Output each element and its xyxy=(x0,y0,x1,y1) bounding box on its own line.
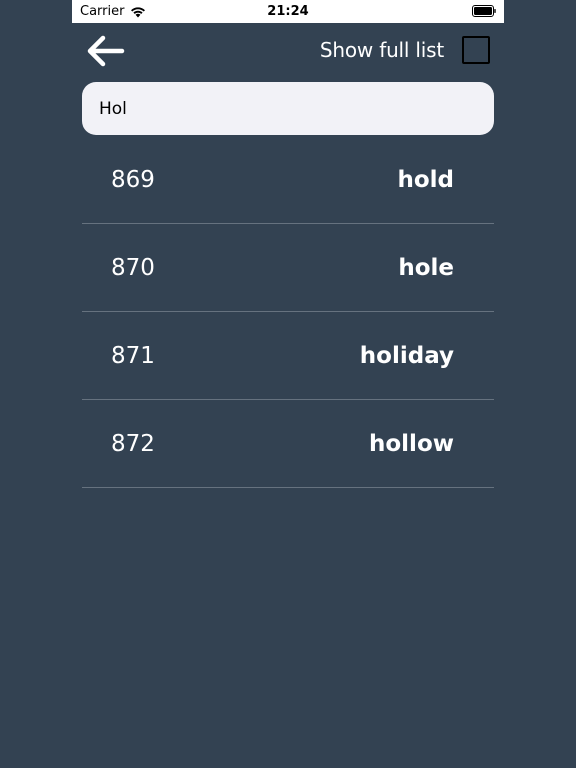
item-word: hole xyxy=(398,254,454,281)
list-item[interactable]: 869 hold xyxy=(82,136,494,224)
battery-icon xyxy=(472,5,496,17)
show-full-list-label: Show full list xyxy=(319,38,444,62)
item-word: hollow xyxy=(369,430,454,457)
list-item[interactable]: 872 hollow xyxy=(82,400,494,488)
show-full-list-toggle: Show full list xyxy=(300,30,490,70)
item-number: 872 xyxy=(111,430,155,457)
item-word: holiday xyxy=(359,342,454,369)
item-number: 869 xyxy=(111,166,155,193)
item-number: 870 xyxy=(111,254,155,281)
list-item[interactable]: 871 holiday xyxy=(82,312,494,400)
results-list: 869 hold 870 hole 871 holiday 872 hollow xyxy=(82,136,494,488)
back-button[interactable] xyxy=(82,31,128,71)
show-full-list-checkbox[interactable] xyxy=(462,36,490,64)
status-time: 21:24 xyxy=(267,4,309,19)
search-input[interactable] xyxy=(82,82,494,135)
arrow-left-icon xyxy=(87,35,125,67)
item-word: hold xyxy=(397,166,454,193)
list-item[interactable]: 870 hole xyxy=(82,224,494,312)
item-number: 871 xyxy=(111,342,155,369)
status-bar: Carrier 21:24 xyxy=(72,0,504,23)
